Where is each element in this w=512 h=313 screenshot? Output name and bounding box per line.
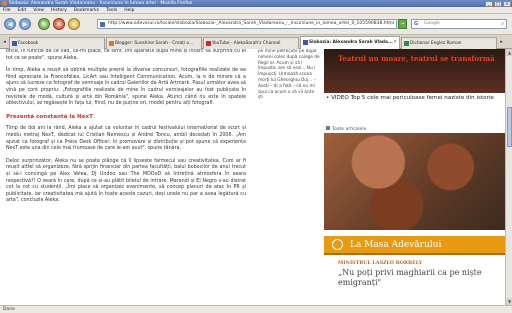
- address-bar[interactable]: http://www.adevarul.ro/locale/slobozia/S…: [97, 19, 397, 29]
- stop-button[interactable]: ✕: [53, 18, 65, 30]
- minister-label: MINISTRUL LASZLO BORBELY: [338, 260, 423, 266]
- teatru-title[interactable]: Teatrul nu moare, teatrul se transformă: [338, 55, 495, 63]
- window-controls: _ □ ×: [485, 0, 511, 7]
- status-bar: Done: [0, 305, 512, 313]
- tab-bar: ◂ Facebook Blogger: Sunshine Sarah - Cre…: [0, 35, 512, 49]
- dictionary-icon: [404, 41, 409, 46]
- tab-label: Blogger: Sunshine Sarah - Creați o...: [115, 41, 194, 46]
- square-bullet-icon: [326, 126, 330, 130]
- article-paragraph: Timp de doi ani la rând, Aleka a ajutat …: [6, 126, 246, 152]
- reload-button[interactable]: ↻: [38, 18, 50, 30]
- facebook-icon: [12, 41, 17, 46]
- tab-label: Facebook: [18, 41, 39, 46]
- teatru-promo[interactable]: Teatrul nu moare, teatrul se transformă: [324, 49, 505, 93]
- vertical-scrollbar[interactable]: ▲ ▼: [505, 49, 512, 305]
- article-paragraph: În timp, Aleka a reușit să obțină multip…: [6, 68, 246, 107]
- article-paragraph: orice, în funcție de ce văd, ce-mi place…: [6, 49, 246, 61]
- blogger-icon: [109, 41, 114, 46]
- youtube-icon: [206, 41, 211, 46]
- tab-dictionar[interactable]: Dictionar Englez Roman: [401, 37, 497, 49]
- tab-label: Dictionar Englez Roman: [410, 41, 462, 46]
- back-button[interactable]: ◀: [4, 18, 16, 30]
- article-body: orice, în funcție de ce văd, ce-mi place…: [6, 49, 246, 211]
- menu-file[interactable]: File: [3, 7, 11, 13]
- forward-button[interactable]: ▶: [19, 18, 31, 30]
- close-tab-icon[interactable]: ✕: [393, 37, 397, 48]
- tab-blogger[interactable]: Blogger: Sunshine Sarah - Creați o...: [106, 37, 202, 49]
- sidebar-middle-text: pe mine petrecute pe după nimeni colec d…: [258, 49, 320, 101]
- status-text: Done: [3, 307, 15, 312]
- menu-bar: File Edit View History Bookmarks Tools H…: [0, 7, 512, 14]
- maximize-button[interactable]: □: [494, 0, 502, 7]
- navigation-toolbar: ◀ ▶ ↻ ✕ ⌂ http://www.adevarul.ro/locale/…: [0, 14, 512, 35]
- plate-icon: [332, 239, 343, 250]
- close-button[interactable]: ×: [503, 0, 511, 7]
- adevarul-icon: [303, 40, 308, 45]
- bookmark-star-icon[interactable]: ☆: [389, 20, 393, 28]
- menu-view[interactable]: View: [33, 7, 44, 13]
- window-titlebar: Slobozia: Alexandra Sarah Vladareanu - Î…: [0, 0, 512, 7]
- article-paragraph: Deloc surprinzător, Aleka nu se poate pl…: [6, 158, 246, 204]
- page-content: orice, în funcție de ce văd, ce-mi place…: [0, 49, 505, 305]
- minimize-button[interactable]: _: [485, 0, 493, 7]
- tab-scroll-right-icon[interactable]: ▸: [498, 38, 505, 47]
- menu-bookmarks[interactable]: Bookmarks: [74, 7, 99, 13]
- masa-adevarului-banner[interactable]: La Masa Adevărului: [324, 236, 505, 255]
- tab-youtube[interactable]: YouTube - AlekaSarah's Channel: [203, 37, 299, 49]
- scroll-up-icon[interactable]: ▲: [506, 49, 512, 56]
- all-articles-label: Toate articolele: [332, 127, 367, 132]
- menu-help[interactable]: Help: [124, 7, 134, 13]
- site-favicon-icon: [100, 22, 105, 27]
- scroll-thumb[interactable]: [507, 107, 512, 147]
- home-button[interactable]: ⌂: [68, 18, 80, 30]
- masa-title: La Masa Adevărului: [350, 240, 442, 250]
- address-url: http://www.adevarul.ro/locale/slobozia/S…: [108, 21, 395, 26]
- tab-facebook[interactable]: Facebook: [9, 37, 105, 49]
- scroll-down-icon[interactable]: ▼: [506, 298, 512, 305]
- search-input[interactable]: G Google ⌕: [411, 19, 507, 29]
- article-photo[interactable]: [324, 133, 505, 230]
- all-articles-link[interactable]: Toate articolele: [326, 126, 366, 132]
- article-subheading: Prezență constantă la NexT: [6, 113, 93, 120]
- menu-edit[interactable]: Edit: [18, 7, 27, 13]
- quote-headline[interactable]: „Nu poți privi maghiarii ca pe niște emi…: [338, 268, 503, 287]
- video-link[interactable]: • VIDEO Top 5 cele mai periculoase femei…: [324, 95, 505, 102]
- window-title: Slobozia: Alexandra Sarah Vladareanu - Î…: [9, 1, 193, 6]
- search-placeholder: Google: [424, 21, 440, 26]
- tab-scroll-left-icon[interactable]: ◂: [1, 38, 8, 47]
- google-icon: G: [414, 21, 419, 27]
- tab-label: YouTube - AlekaSarah's Channel: [212, 41, 281, 46]
- banner-divider: [324, 253, 505, 255]
- go-button[interactable]: →: [398, 19, 407, 29]
- sidebar-right: Teatrul nu moare, teatrul se transformă …: [324, 49, 505, 305]
- menu-tools[interactable]: Tools: [106, 7, 117, 13]
- firefox-icon: [2, 1, 7, 6]
- tab-label: Slobozia: Alexandra Sarah Vlada...: [309, 40, 393, 45]
- search-icon[interactable]: ⌕: [501, 20, 504, 28]
- tab-adevarul[interactable]: Slobozia: Alexandra Sarah Vlada... ✕: [300, 36, 400, 49]
- menu-history[interactable]: History: [51, 7, 67, 13]
